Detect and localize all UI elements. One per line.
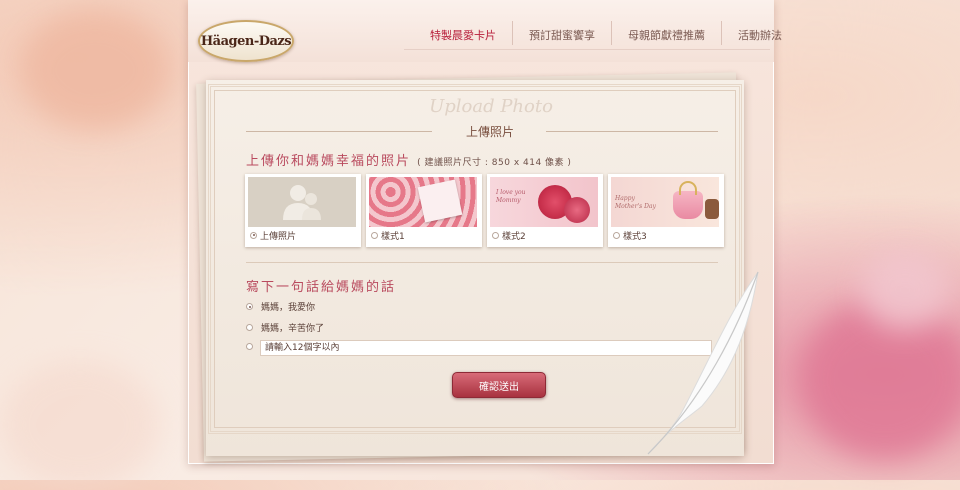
message-option-custom[interactable] bbox=[246, 343, 253, 350]
style-2-image-text: I love you Mommy bbox=[496, 189, 526, 204]
style-3-preview-image: Happy Mother's Day bbox=[611, 177, 719, 227]
title-rule bbox=[546, 131, 718, 132]
brand-logo[interactable]: Häagen-Dazs bbox=[198, 20, 294, 62]
title-rule bbox=[246, 131, 432, 132]
message-radio[interactable] bbox=[246, 303, 253, 310]
thumbnail-radio[interactable] bbox=[250, 231, 257, 239]
style-3-image-text: Happy Mother's Day bbox=[615, 195, 656, 210]
users-icon bbox=[283, 185, 321, 220]
style-2-preview-image: I love you Mommy bbox=[490, 177, 598, 227]
thumbnail-label: 上傳照片 bbox=[260, 231, 297, 242]
feather-quill-icon bbox=[647, 271, 759, 455]
background-flower-blur bbox=[0, 360, 160, 490]
background-flower-blur bbox=[800, 300, 960, 460]
message-option-label: 媽媽，辛苦你了 bbox=[261, 324, 325, 334]
message-radio[interactable] bbox=[246, 324, 253, 331]
submit-button[interactable]: 確認送出 bbox=[452, 372, 546, 398]
nav-item-card[interactable]: 特製晨愛卡片 bbox=[414, 21, 512, 45]
nav-item-order[interactable]: 預訂甜蜜饗享 bbox=[512, 21, 611, 45]
nav-item-gifts[interactable]: 母親節獻禮推薦 bbox=[611, 21, 721, 45]
message-option-love[interactable]: 媽媽，我愛你 bbox=[246, 300, 315, 313]
card-script-title: Upload Photo bbox=[429, 96, 553, 117]
thumbnail-style-1[interactable]: 樣式1 bbox=[366, 174, 482, 247]
thumbnail-label: 樣式1 bbox=[381, 231, 405, 242]
background-flower-blur bbox=[860, 250, 950, 330]
message-option-label: 媽媽，我愛你 bbox=[261, 303, 316, 313]
thumbnail-label: 樣式3 bbox=[623, 231, 647, 242]
nav-divider bbox=[404, 49, 770, 50]
thumbnail-radio[interactable] bbox=[371, 231, 378, 239]
message-radio[interactable] bbox=[246, 343, 253, 350]
thumbnail-label: 樣式2 bbox=[502, 231, 526, 242]
upload-size-hint: ( 建議照片尺寸 : 850 x 414 像素 ) bbox=[417, 158, 572, 168]
message-option-thanks[interactable]: 媽媽，辛苦你了 bbox=[246, 321, 324, 334]
brand-logo-text: Häagen-Dazs bbox=[200, 33, 292, 49]
nav-item-rules[interactable]: 活動辦法 bbox=[721, 21, 798, 45]
thumbnail-style-3[interactable]: Happy Mother's Day 樣式3 bbox=[608, 174, 724, 247]
upload-heading: 上傳你和媽媽幸福的照片 ( 建議照片尺寸 : 850 x 414 像素 ) bbox=[246, 150, 571, 169]
card-title: 上傳照片 bbox=[465, 125, 514, 139]
section-divider bbox=[246, 262, 718, 263]
thumbnail-radio[interactable] bbox=[492, 231, 499, 239]
thumbnail-style-2[interactable]: I love you Mommy 樣式2 bbox=[487, 174, 603, 247]
main-nav: 特製晨愛卡片 預訂甜蜜饗享 母親節獻禮推薦 活動辦法 bbox=[414, 21, 798, 45]
upload-placeholder bbox=[248, 177, 356, 227]
background-flower-blur bbox=[20, 10, 170, 130]
upload-heading-text: 上傳你和媽媽幸福的照片 bbox=[246, 154, 412, 169]
thumbnail-upload[interactable]: 上傳照片 bbox=[245, 174, 361, 247]
message-heading: 寫下一句話給媽媽的話 bbox=[246, 280, 397, 295]
thumbnail-radio[interactable] bbox=[613, 231, 620, 239]
style-1-preview-image bbox=[369, 177, 477, 227]
